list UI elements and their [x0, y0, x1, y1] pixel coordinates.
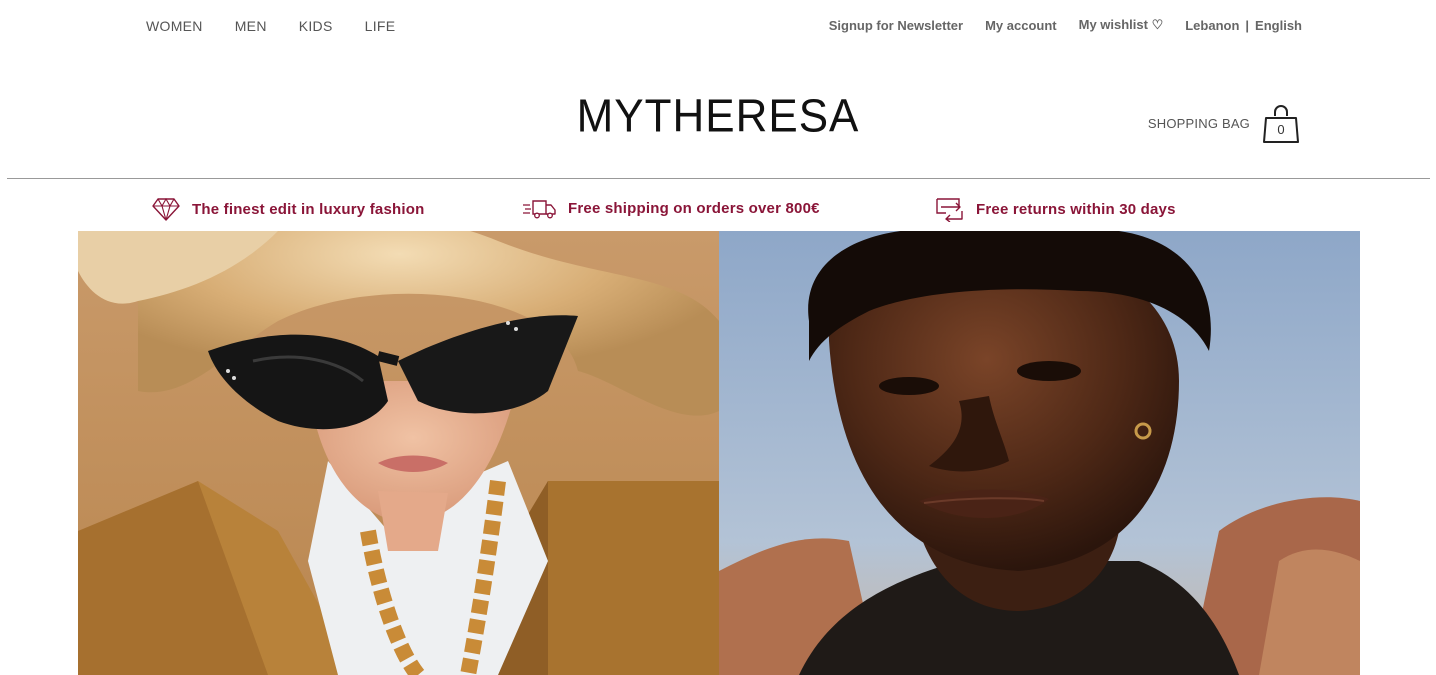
usp-returns-text: Free returns within 30 days	[976, 200, 1176, 218]
account-link[interactable]: My account	[985, 18, 1057, 33]
header-divider	[7, 178, 1430, 179]
nav-life[interactable]: LIFE	[365, 18, 396, 34]
department-nav: WOMEN MEN KIDS LIFE	[146, 18, 427, 34]
bag-count: 0	[1277, 122, 1285, 137]
usp-shipping: Free shipping on orders over 800€	[522, 196, 820, 220]
utility-nav: Signup for Newsletter My account My wish…	[807, 17, 1302, 33]
nav-kids[interactable]: KIDS	[299, 18, 333, 34]
nav-women[interactable]: WOMEN	[146, 18, 203, 34]
newsletter-link[interactable]: Signup for Newsletter	[829, 18, 963, 33]
diamond-icon	[152, 197, 180, 221]
hero-banner	[78, 231, 1360, 675]
usp-shipping-text: Free shipping on orders over 800€	[568, 199, 820, 217]
bag-icon[interactable]: 0	[1262, 102, 1300, 144]
shopping-bag[interactable]: SHOPPING BAG 0	[1148, 102, 1300, 144]
truck-icon	[523, 200, 556, 219]
shopping-bag-label: SHOPPING BAG	[1147, 115, 1250, 131]
language-link[interactable]: English	[1255, 18, 1302, 33]
hero-men-image[interactable]	[719, 231, 1360, 675]
country-link[interactable]: Lebanon	[1185, 18, 1239, 33]
nav-men[interactable]: MEN	[235, 18, 267, 34]
usp-luxury: The finest edit in luxury fashion	[152, 196, 424, 222]
hero-women-image[interactable]	[78, 231, 719, 675]
locale-separator: |	[1245, 17, 1250, 33]
usp-luxury-text: The finest edit in luxury fashion	[192, 200, 425, 218]
wishlist-link[interactable]: My wishlist ♡	[1079, 17, 1164, 33]
usp-returns: Free returns within 30 days	[934, 196, 1176, 222]
returns-icon	[936, 198, 963, 222]
